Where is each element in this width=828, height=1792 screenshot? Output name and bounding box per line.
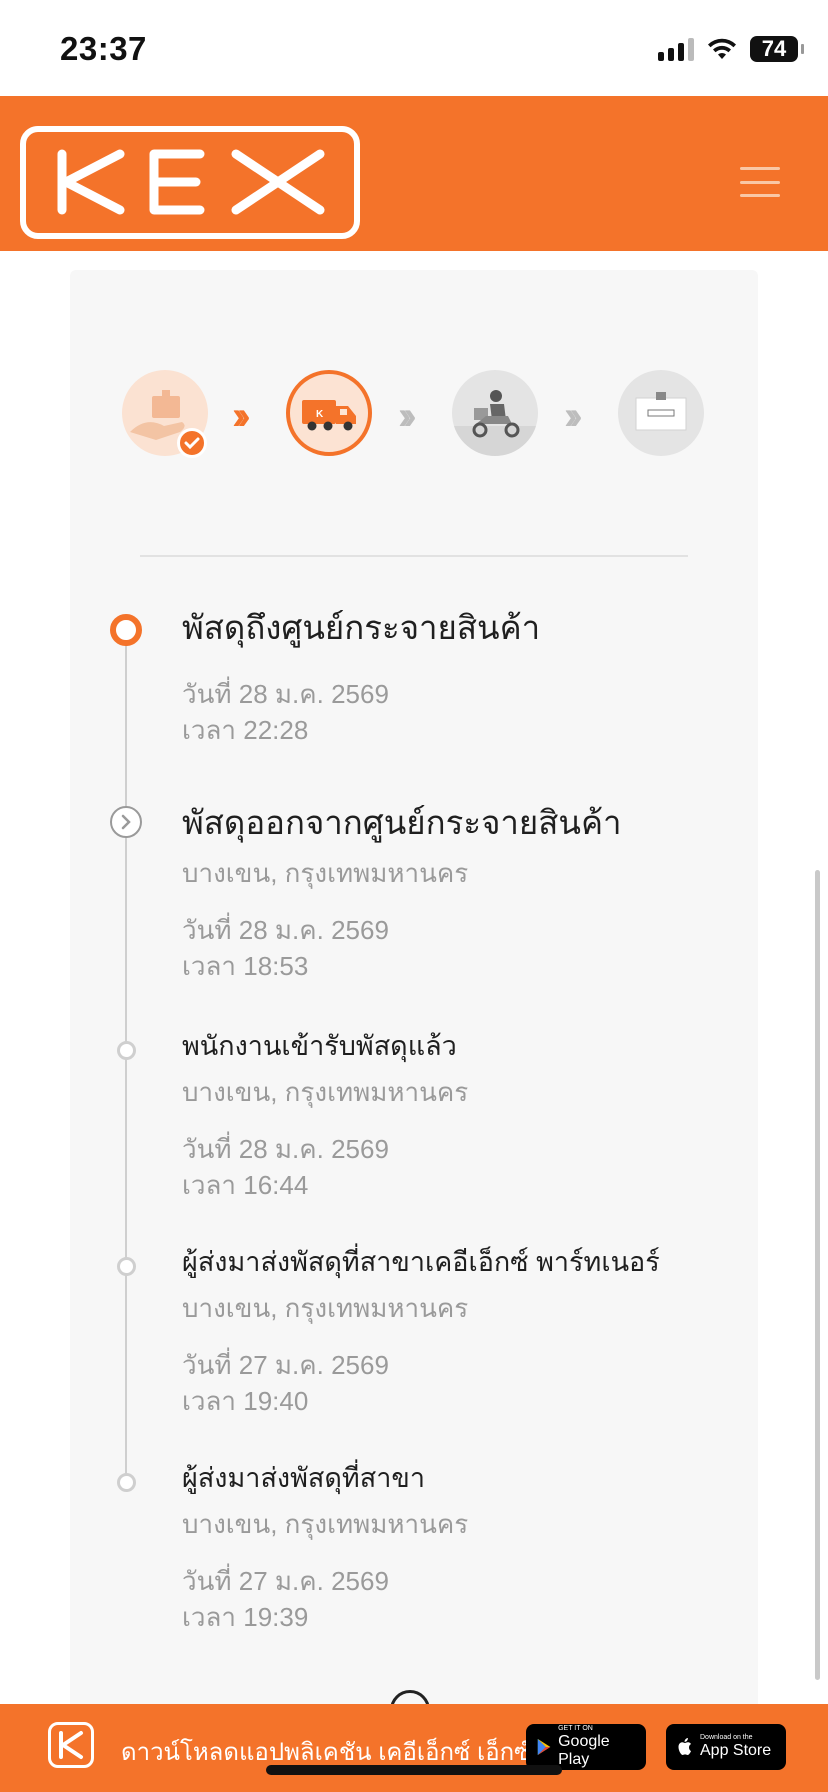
event-date: วันที่ 28 ม.ค. 2569 (182, 678, 389, 709)
event-datetime: วันที่ 28 ม.ค. 2569 เวลา 18:53 (182, 912, 742, 984)
event-datetime: วันที่ 28 ม.ค. 2569 เวลา 16:44 (182, 1131, 742, 1203)
google-play-label: Google Play (558, 1733, 610, 1768)
check-icon (177, 428, 207, 458)
event-title: ผู้ส่งมาส่งพัสดุที่สาขาเคอีเอ็กซ์ พาร์ทเ… (182, 1247, 660, 1277)
timeline-event: พนักงานเข้ารับพัสดุแล้ว บางเขน, กรุงเทพม… (182, 1030, 742, 1203)
cellular-signal-icon (658, 37, 694, 61)
apple-icon (678, 1738, 691, 1755)
kex-logo[interactable] (20, 126, 360, 239)
event-title: พนักงานเข้ารับพัสดุแล้ว (182, 1031, 457, 1061)
battery-level: 74 (761, 36, 787, 61)
event-time: เวลา 18:53 (182, 950, 309, 981)
divider (140, 555, 688, 557)
timeline-event: พัสดุออกจากศูนย์กระจายสินค้า บางเขน, กรุ… (182, 803, 742, 984)
event-datetime: วันที่ 27 ม.ค. 2569 เวลา 19:40 (182, 1347, 742, 1419)
timeline-marker (117, 1257, 136, 1276)
event-title: พัสดุถึงศูนย์กระจายสินค้า (182, 609, 541, 646)
event-location: บางเขน, กรุงเทพมหานคร (182, 1293, 469, 1324)
timeline-chevron-marker (110, 806, 142, 838)
step-out-for-delivery (452, 370, 538, 456)
event-time: เวลา 19:39 (182, 1602, 309, 1633)
svg-text:K: K (316, 409, 324, 420)
status-time: 23:37 (60, 30, 147, 67)
event-date: วันที่ 28 ม.ค. 2569 (182, 914, 389, 945)
app-store-button[interactable]: Download on the App Store (666, 1724, 786, 1770)
scooter-courier-icon (452, 370, 538, 456)
delivered-box-icon (618, 370, 704, 456)
app-download-banner[interactable]: ดาวน์โหลดแอปพลิเคชัน เคอีเอ็กซ์ เอ็กซ์เพ… (0, 1704, 828, 1792)
event-location: บางเขน, กรุงเทพมหานคร (182, 857, 469, 888)
step-in-transit: K (286, 370, 372, 456)
google-play-small: GET IT ON (558, 1725, 593, 1732)
event-datetime: วันที่ 28 ม.ค. 2569 เวลา 22:28 (182, 676, 742, 748)
event-time: เวลา 19:40 (182, 1386, 309, 1417)
event-title: ผู้ส่งมาส่งพัสดุที่สาขา (182, 1463, 425, 1493)
app-store-small: Download on the (700, 1734, 753, 1741)
event-location: บางเขน, กรุงเทพมหานคร (182, 1509, 469, 1540)
status-icons: 74 (658, 34, 804, 64)
screen: { "status_bar": { "time": "23:37", "batt… (0, 0, 828, 1792)
timeline-marker (117, 1041, 136, 1060)
battery-icon: 74 (750, 36, 804, 62)
chevron-double-right-icon: ›› (232, 394, 250, 438)
chevron-double-right-icon: ›› (564, 394, 582, 438)
app-store-label: App Store (700, 1742, 772, 1759)
timeline-current-marker (110, 614, 142, 646)
timeline-marker (117, 1473, 136, 1492)
chevron-right-icon (121, 814, 131, 830)
google-play-button[interactable]: GET IT ON Google Play (526, 1724, 646, 1770)
kex-app-icon (48, 1722, 94, 1768)
scrollbar[interactable] (815, 870, 820, 1680)
hamburger-menu-icon[interactable] (740, 167, 780, 197)
event-datetime: วันที่ 27 ม.ค. 2569 เวลา 19:39 (182, 1563, 742, 1635)
event-location: บางเขน, กรุงเทพมหานคร (182, 1077, 469, 1108)
event-date: วันที่ 27 ม.ค. 2569 (182, 1566, 389, 1597)
step-delivered (618, 370, 704, 456)
site-header (0, 96, 828, 251)
progress-steps: ›› K ›› ›› (70, 370, 758, 460)
home-indicator (266, 1765, 562, 1775)
chevron-double-right-icon: ›› (398, 394, 416, 438)
event-time: เวลา 16:44 (182, 1170, 309, 1201)
event-date: วันที่ 28 ม.ค. 2569 (182, 1134, 389, 1165)
google-play-icon (537, 1738, 551, 1756)
timeline-event: พัสดุถึงศูนย์กระจายสินค้า วันที่ 28 ม.ค.… (182, 608, 742, 748)
wifi-icon (708, 38, 736, 59)
event-date: วันที่ 27 ม.ค. 2569 (182, 1350, 389, 1381)
status-bar: 23:37 74 (0, 0, 828, 96)
event-time: เวลา 22:28 (182, 714, 309, 745)
timeline-line (125, 640, 127, 1484)
timeline-event: ผู้ส่งมาส่งพัสดุที่สาขาเคอีเอ็กซ์ พาร์ทเ… (182, 1246, 742, 1419)
delivery-truck-icon: K (302, 400, 356, 431)
event-title: พัสดุออกจากศูนย์กระจายสินค้า (182, 804, 622, 841)
timeline-event: ผู้ส่งมาส่งพัสดุที่สาขา บางเขน, กรุงเทพม… (182, 1462, 742, 1635)
kex-logo-icon (57, 149, 325, 215)
